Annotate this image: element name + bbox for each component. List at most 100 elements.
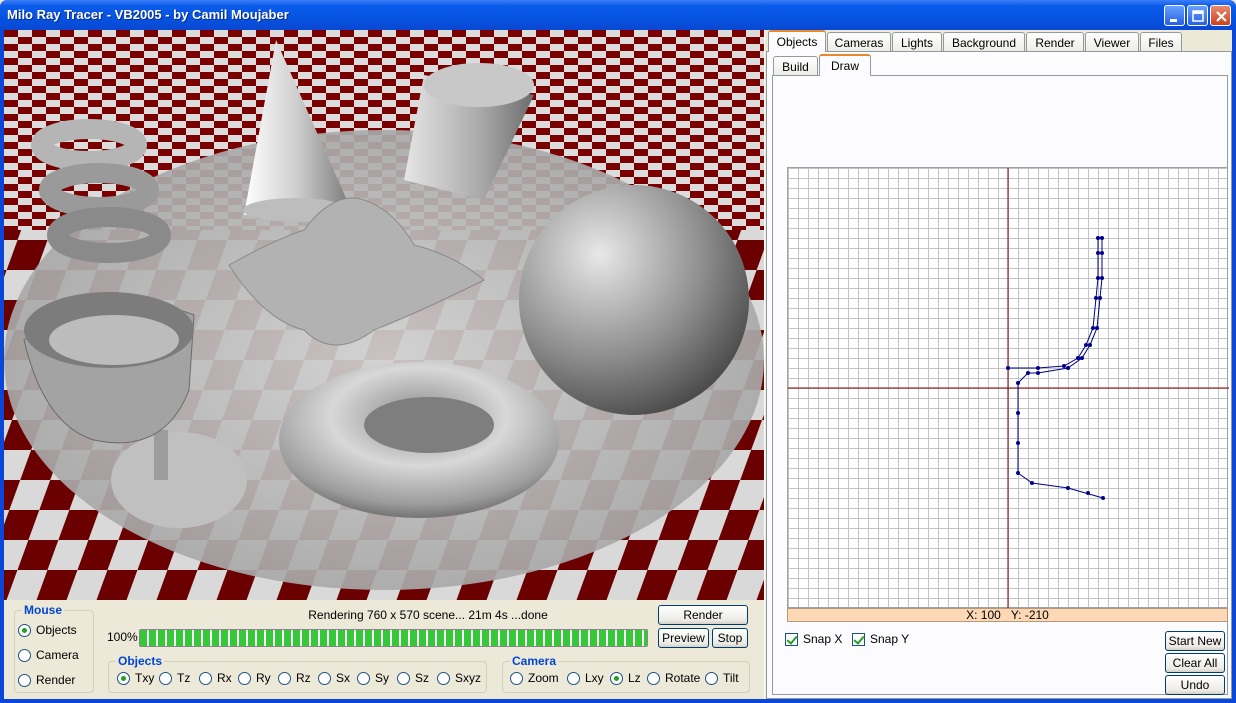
- control-point[interactable]: [1036, 371, 1040, 375]
- control-point[interactable]: [1084, 343, 1088, 347]
- objects-option-label: Txy: [135, 671, 155, 685]
- title-bar[interactable]: Milo Ray Tracer - VB2005 - by Camil Mouj…: [0, 0, 1236, 30]
- control-point[interactable]: [1026, 371, 1030, 375]
- undo-button[interactable]: Undo: [1165, 675, 1225, 695]
- control-point[interactable]: [1100, 251, 1104, 255]
- objects-option-txy[interactable]: Txy: [117, 671, 154, 685]
- minimize-icon: [1170, 19, 1177, 22]
- objects-option-rz[interactable]: Rz: [278, 671, 311, 685]
- control-point[interactable]: [1066, 366, 1070, 370]
- control-point[interactable]: [1016, 441, 1020, 445]
- control-point[interactable]: [1101, 496, 1105, 500]
- control-point[interactable]: [1094, 296, 1098, 300]
- radio-icon[interactable]: [397, 671, 410, 685]
- control-point[interactable]: [1006, 366, 1010, 370]
- camera-option-label: Tilt: [723, 671, 739, 685]
- profile-curve-inner: [1008, 238, 1099, 369]
- control-point[interactable]: [1080, 356, 1084, 360]
- radio-icon[interactable]: [437, 671, 450, 685]
- radio-icon[interactable]: [18, 648, 31, 662]
- control-point[interactable]: [1086, 491, 1090, 495]
- camera-option-rotate[interactable]: Rotate: [647, 671, 700, 685]
- radio-icon[interactable]: [705, 671, 718, 685]
- objects-tab-panel: Build Draw X: 100 Y: -210 Snap X Snap Y …: [766, 51, 1232, 699]
- objects-option-tz[interactable]: Tz: [159, 671, 190, 685]
- camera-option-lxy[interactable]: Lxy: [567, 671, 604, 685]
- objects-option-label: Ry: [256, 671, 271, 685]
- draw-grid[interactable]: [787, 167, 1229, 609]
- control-point[interactable]: [1062, 364, 1066, 368]
- mouse-option-camera[interactable]: Camera: [18, 648, 79, 662]
- control-point[interactable]: [1036, 366, 1040, 370]
- control-point[interactable]: [1100, 236, 1104, 240]
- radio-icon[interactable]: [647, 671, 660, 685]
- tab-viewer[interactable]: Viewer: [1085, 32, 1139, 52]
- radio-icon[interactable]: [357, 671, 370, 685]
- radio-selected-icon[interactable]: [18, 623, 31, 637]
- mouse-option-objects[interactable]: Objects: [18, 623, 77, 637]
- camera-group: Camera Zoom Lxy Lz Rotate Tilt: [502, 654, 750, 693]
- tab-cameras[interactable]: Cameras: [827, 32, 891, 52]
- mouse-option-label: Camera: [36, 648, 79, 662]
- render-view[interactable]: [4, 30, 764, 600]
- control-point[interactable]: [1016, 381, 1020, 385]
- radio-selected-icon[interactable]: [610, 671, 623, 685]
- tab-lights[interactable]: Lights: [892, 32, 942, 52]
- radio-icon[interactable]: [18, 673, 31, 687]
- control-point[interactable]: [1096, 251, 1100, 255]
- camera-option-label: Lz: [628, 671, 641, 685]
- preview-button[interactable]: Preview: [658, 628, 709, 648]
- control-point[interactable]: [1088, 343, 1092, 347]
- objects-option-sz[interactable]: Sz: [397, 671, 429, 685]
- drawing-canvas: [788, 168, 1229, 609]
- subtab-draw[interactable]: Draw: [819, 54, 871, 76]
- control-point[interactable]: [1096, 276, 1100, 280]
- control-point[interactable]: [1016, 411, 1020, 415]
- snap-y-label: Snap Y: [870, 632, 910, 646]
- radio-icon[interactable]: [278, 671, 291, 685]
- checkbox-checked-icon[interactable]: [785, 632, 798, 646]
- control-point[interactable]: [1066, 486, 1070, 490]
- radio-icon[interactable]: [567, 671, 580, 685]
- objects-option-sy[interactable]: Sy: [357, 671, 389, 685]
- tab-background[interactable]: Background: [943, 32, 1025, 52]
- clear-all-button[interactable]: Clear All: [1165, 653, 1225, 673]
- control-point[interactable]: [1095, 326, 1099, 330]
- radio-icon[interactable]: [238, 671, 251, 685]
- control-point[interactable]: [1100, 276, 1104, 280]
- snap-x-checkbox[interactable]: Snap X: [785, 632, 842, 646]
- objects-option-label: Sz: [415, 671, 430, 685]
- objects-option-sx[interactable]: Sx: [318, 671, 350, 685]
- stop-button[interactable]: Stop: [712, 628, 748, 648]
- control-point[interactable]: [1098, 296, 1102, 300]
- maximize-button[interactable]: [1187, 5, 1208, 26]
- objects-option-ry[interactable]: Ry: [238, 671, 271, 685]
- radio-icon[interactable]: [159, 671, 172, 685]
- snap-y-checkbox[interactable]: Snap Y: [852, 632, 909, 646]
- objects-option-sxyz[interactable]: Sxyz: [437, 671, 481, 685]
- mouse-option-render[interactable]: Render: [18, 673, 75, 687]
- objects-option-rx[interactable]: Rx: [199, 671, 232, 685]
- tab-render[interactable]: Render: [1026, 32, 1084, 52]
- control-point[interactable]: [1096, 236, 1100, 240]
- coord-y: Y: -210: [1010, 608, 1049, 622]
- radio-icon[interactable]: [510, 671, 523, 685]
- radio-selected-icon[interactable]: [117, 671, 130, 685]
- camera-option-zoom[interactable]: Zoom: [510, 671, 559, 685]
- control-point[interactable]: [1091, 326, 1095, 330]
- render-button[interactable]: Render: [658, 605, 748, 625]
- tab-objects[interactable]: Objects: [768, 30, 826, 52]
- checkbox-checked-icon[interactable]: [852, 632, 865, 646]
- start-new-button[interactable]: Start New: [1165, 631, 1225, 651]
- subtab-build[interactable]: Build: [773, 56, 818, 76]
- camera-option-lz[interactable]: Lz: [610, 671, 641, 685]
- camera-option-tilt[interactable]: Tilt: [705, 671, 739, 685]
- tab-files[interactable]: Files: [1140, 32, 1182, 52]
- radio-icon[interactable]: [318, 671, 331, 685]
- control-point[interactable]: [1076, 356, 1080, 360]
- radio-icon[interactable]: [199, 671, 212, 685]
- control-point[interactable]: [1030, 481, 1034, 485]
- close-button[interactable]: [1210, 5, 1231, 26]
- control-point[interactable]: [1016, 471, 1020, 475]
- minimize-button[interactable]: [1164, 5, 1185, 26]
